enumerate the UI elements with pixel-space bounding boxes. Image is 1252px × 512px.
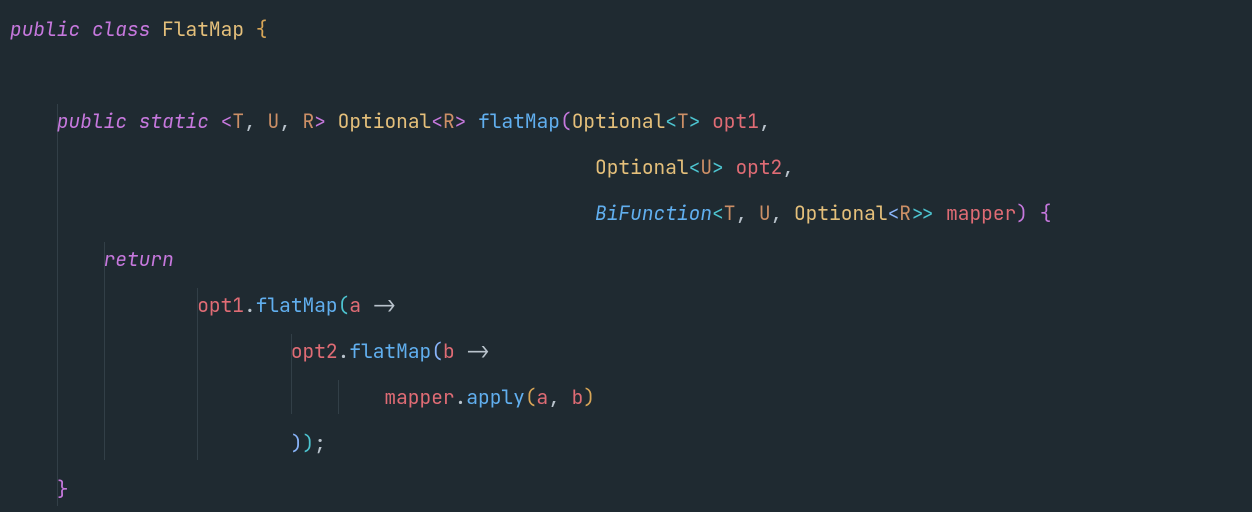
token-pun — [700, 108, 712, 134]
token-pun — [1028, 200, 1040, 226]
token-pun — [209, 108, 221, 134]
code-line[interactable]: return — [10, 246, 174, 272]
token-brk2: ) — [1016, 200, 1028, 226]
token-pun: , — [244, 108, 267, 134]
token-cls: Optional — [572, 108, 666, 134]
token-brk2: > — [455, 108, 467, 134]
token-gen: R — [443, 108, 455, 134]
token-pun: , — [735, 200, 758, 226]
token-var: a — [349, 292, 361, 318]
token-gen: R — [899, 200, 911, 226]
token-fn: flatMap — [478, 108, 560, 134]
token-pun — [127, 108, 139, 134]
token-brk3: > — [712, 154, 724, 180]
token-brk4: ) — [291, 430, 303, 456]
token-brk2: { — [1040, 200, 1052, 226]
token-brk4: < — [888, 200, 900, 226]
token-brk3: < — [665, 108, 677, 134]
token-kw: class — [92, 16, 151, 42]
token-gen: T — [232, 108, 244, 134]
token-kw: public — [57, 108, 127, 134]
token-var: opt2 — [291, 338, 338, 364]
token-pun: , — [548, 384, 571, 410]
token-pun — [361, 292, 373, 318]
token-cls: Optional — [595, 154, 689, 180]
token-fn: flatMap — [256, 292, 338, 318]
token-brk3: ( — [338, 292, 350, 318]
token-brk2: } — [57, 476, 69, 502]
token-brk3: ) — [303, 430, 315, 456]
token-brk4: ( — [431, 338, 443, 364]
token-gen: T — [724, 200, 736, 226]
token-pun — [466, 108, 478, 134]
token-brk1: { — [256, 16, 268, 42]
token-var: mapper — [384, 384, 454, 410]
token-var: opt1 — [712, 108, 759, 134]
token-var: a — [537, 384, 549, 410]
token-brk5: ( — [525, 384, 537, 410]
token-arrow: -> — [466, 338, 489, 364]
token-pun — [455, 338, 467, 364]
token-pun: , — [279, 108, 302, 134]
token-semi: ; — [314, 430, 326, 456]
token-pun — [244, 16, 256, 42]
code-line[interactable]: )); — [10, 430, 326, 456]
token-pun: . — [455, 384, 467, 410]
token-brk2: > — [314, 108, 326, 134]
token-fn: flatMap — [349, 338, 431, 364]
code-line[interactable]: Optional<U> opt2, — [10, 154, 794, 180]
token-pun: . — [338, 338, 350, 364]
token-typ: BiFunction — [595, 200, 712, 226]
token-pun — [150, 16, 162, 42]
code-line[interactable]: opt2.flatMap(b -> — [10, 338, 490, 364]
token-var: b — [572, 384, 584, 410]
token-cls: Optional — [794, 200, 888, 226]
code-line[interactable]: public class FlatMap { — [10, 16, 267, 42]
token-pun — [80, 16, 92, 42]
token-pun: . — [244, 292, 256, 318]
token-pun — [724, 154, 736, 180]
token-var: b — [443, 338, 455, 364]
token-brk4: > — [911, 200, 923, 226]
token-gen: U — [700, 154, 712, 180]
token-pun: , — [759, 108, 771, 134]
token-pun — [934, 200, 946, 226]
token-cls: FlatMap — [162, 16, 244, 42]
code-line[interactable]: public static <T, U, R> Optional<R> flat… — [10, 108, 771, 134]
token-var: opt2 — [735, 154, 782, 180]
token-brk3: < — [712, 200, 724, 226]
code-line[interactable]: opt1.flatMap(a -> — [10, 292, 396, 318]
token-gen: R — [303, 108, 315, 134]
token-brk2: < — [431, 108, 443, 134]
token-gen: U — [267, 108, 279, 134]
token-pun: , — [771, 200, 794, 226]
token-brk5: ) — [583, 384, 595, 410]
token-gen: T — [677, 108, 689, 134]
token-var: mapper — [946, 200, 1016, 226]
token-fn: apply — [466, 384, 525, 410]
token-brk2: ( — [560, 108, 572, 134]
token-gen: U — [759, 200, 771, 226]
token-brk3: > — [923, 200, 935, 226]
token-brk2: < — [221, 108, 233, 134]
token-brk3: < — [689, 154, 701, 180]
code-line[interactable]: mapper.apply(a, b) — [10, 384, 595, 410]
code-editor[interactable]: public class FlatMap { public static <T,… — [0, 0, 1252, 512]
token-var: opt1 — [197, 292, 244, 318]
code-line[interactable]: BiFunction<T, U, Optional<R>> mapper) { — [10, 200, 1051, 226]
token-cls: Optional — [338, 108, 432, 134]
token-kw: static — [139, 108, 209, 134]
token-kw: public — [10, 16, 80, 42]
token-brk3: > — [689, 108, 701, 134]
code-line[interactable]: } — [10, 476, 69, 502]
token-pun — [326, 108, 338, 134]
token-arrow: -> — [373, 292, 396, 318]
token-kw: return — [104, 246, 174, 272]
token-pun: , — [782, 154, 794, 180]
